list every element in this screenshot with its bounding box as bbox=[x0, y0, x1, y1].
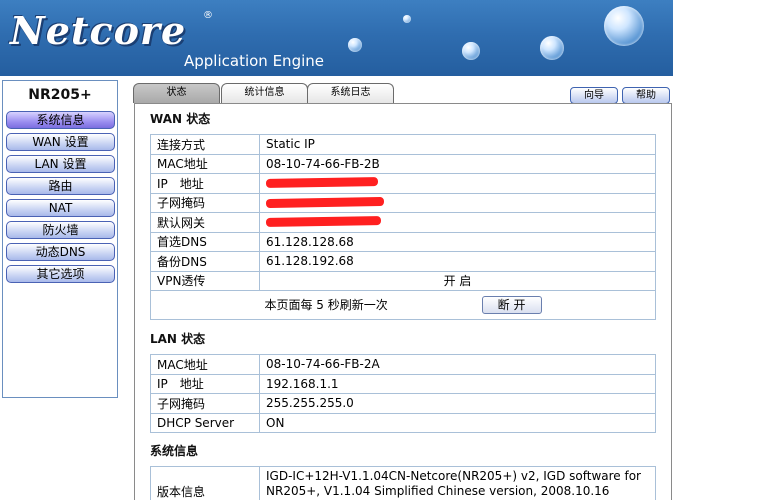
row-label: 子网掩码 bbox=[150, 192, 260, 213]
tab-status[interactable]: 状态 bbox=[133, 83, 220, 103]
sidebar-item-other-options[interactable]: 其它选项 bbox=[6, 265, 115, 283]
table-row: MAC地址 08-10-74-66-FB-2A bbox=[150, 354, 656, 375]
row-label: 版本信息 bbox=[150, 466, 260, 500]
lan-status-table: MAC地址 08-10-74-66-FB-2A IP 地址 192.168.1.… bbox=[150, 354, 656, 433]
row-label: 首选DNS bbox=[150, 231, 260, 252]
table-row: 版本信息 IGD-IC+12H-V1.1.04CN-Netcore(NR205+… bbox=[150, 466, 656, 500]
bubble-decoration bbox=[540, 36, 564, 60]
row-value: Static IP bbox=[259, 134, 656, 155]
sidebar-item-ddns[interactable]: 动态DNS bbox=[6, 243, 115, 261]
table-row: 子网掩码 255.255.255.0 bbox=[150, 393, 656, 414]
wan-status-title: WAN 状态 bbox=[150, 112, 211, 126]
tab-statistics[interactable]: 统计信息 bbox=[221, 83, 308, 103]
row-label: 连接方式 bbox=[150, 134, 260, 155]
table-row: 首选DNS 61.128.128.68 bbox=[150, 231, 656, 252]
table-row: 子网掩码 bbox=[150, 192, 656, 213]
sidebar-item-lan-settings[interactable]: LAN 设置 bbox=[6, 155, 115, 173]
netcore-logo: Netcore bbox=[10, 8, 187, 53]
table-row: VPN透传 开 启 bbox=[150, 270, 656, 291]
wan-status-table: 连接方式 Static IP MAC地址 08-10-74-66-FB-2B I… bbox=[150, 134, 656, 320]
vpn-value: 开 启 bbox=[259, 270, 656, 291]
registered-mark: ® bbox=[203, 10, 213, 21]
app-subtitle: Application Engine bbox=[184, 52, 324, 70]
redaction-mark bbox=[265, 177, 379, 189]
vpn-label: VPN透传 bbox=[150, 270, 260, 291]
row-value: 61.128.192.68 bbox=[259, 251, 656, 272]
row-value bbox=[259, 212, 656, 233]
tab-system-log[interactable]: 系统日志 bbox=[307, 83, 394, 103]
row-value: 192.168.1.1 bbox=[259, 373, 656, 394]
system-info-title: 系统信息 bbox=[150, 444, 199, 458]
table-row: 本页面每 5 秒刷新一次 断 开 bbox=[150, 290, 656, 320]
redaction-mark bbox=[265, 216, 382, 228]
bubble-decoration bbox=[348, 38, 362, 52]
row-value: ON bbox=[259, 412, 656, 433]
page-margin bbox=[673, 0, 765, 500]
help-button[interactable]: 帮助 bbox=[622, 87, 670, 104]
row-label: MAC地址 bbox=[150, 153, 260, 174]
bubble-decoration bbox=[604, 6, 644, 46]
row-label: IP 地址 bbox=[150, 373, 260, 394]
sidebar-item-system-info[interactable]: 系统信息 bbox=[6, 111, 115, 129]
sidebar-item-routing[interactable]: 路由 bbox=[6, 177, 115, 195]
table-row: 备份DNS 61.128.192.68 bbox=[150, 251, 656, 272]
row-value bbox=[259, 173, 656, 194]
row-label: MAC地址 bbox=[150, 354, 260, 375]
table-row: DHCP Server ON bbox=[150, 412, 656, 433]
system-info-table: 版本信息 IGD-IC+12H-V1.1.04CN-Netcore(NR205+… bbox=[150, 466, 656, 500]
table-row: IP 地址 bbox=[150, 173, 656, 194]
row-value bbox=[259, 192, 656, 213]
table-row: 连接方式 Static IP bbox=[150, 134, 656, 155]
table-row: 默认网关 bbox=[150, 212, 656, 233]
row-label: IP 地址 bbox=[150, 173, 260, 194]
row-value: 255.255.255.0 bbox=[259, 393, 656, 414]
wizard-button[interactable]: 向导 bbox=[570, 87, 618, 104]
row-value: 08-10-74-66-FB-2A bbox=[259, 354, 656, 375]
row-label: 备份DNS bbox=[150, 251, 260, 272]
sidebar-item-wan-settings[interactable]: WAN 设置 bbox=[6, 133, 115, 151]
header-banner: Netcore ® Application Engine bbox=[0, 0, 673, 76]
version-value: IGD-IC+12H-V1.1.04CN-Netcore(NR205+) v2,… bbox=[259, 466, 656, 500]
row-value: 61.128.128.68 bbox=[259, 231, 656, 252]
lan-status-title: LAN 状态 bbox=[150, 332, 206, 346]
sidebar-item-firewall[interactable]: 防火墙 bbox=[6, 221, 115, 239]
row-label: DHCP Server bbox=[150, 412, 260, 433]
sidebar-item-nat[interactable]: NAT bbox=[6, 199, 115, 217]
refresh-row: 本页面每 5 秒刷新一次 断 开 bbox=[150, 290, 656, 320]
bubble-decoration bbox=[403, 15, 411, 23]
refresh-text: 本页面每 5 秒刷新一次 bbox=[264, 298, 388, 312]
table-row: MAC地址 08-10-74-66-FB-2B bbox=[150, 153, 656, 174]
disconnect-button[interactable]: 断 开 bbox=[481, 296, 542, 314]
bubble-decoration bbox=[462, 42, 480, 60]
row-label: 子网掩码 bbox=[150, 393, 260, 414]
row-value: 08-10-74-66-FB-2B bbox=[259, 153, 656, 174]
main-panel: WAN 状态 连接方式 Static IP MAC地址 08-10-74-66-… bbox=[134, 103, 672, 500]
row-label: 默认网关 bbox=[150, 212, 260, 233]
device-model: NR205+ bbox=[28, 87, 92, 103]
sidebar: NR205+ 系统信息 WAN 设置 LAN 设置 路由 NAT 防火墙 动态D… bbox=[2, 80, 118, 398]
redaction-mark bbox=[265, 196, 385, 208]
table-row: IP 地址 192.168.1.1 bbox=[150, 373, 656, 394]
